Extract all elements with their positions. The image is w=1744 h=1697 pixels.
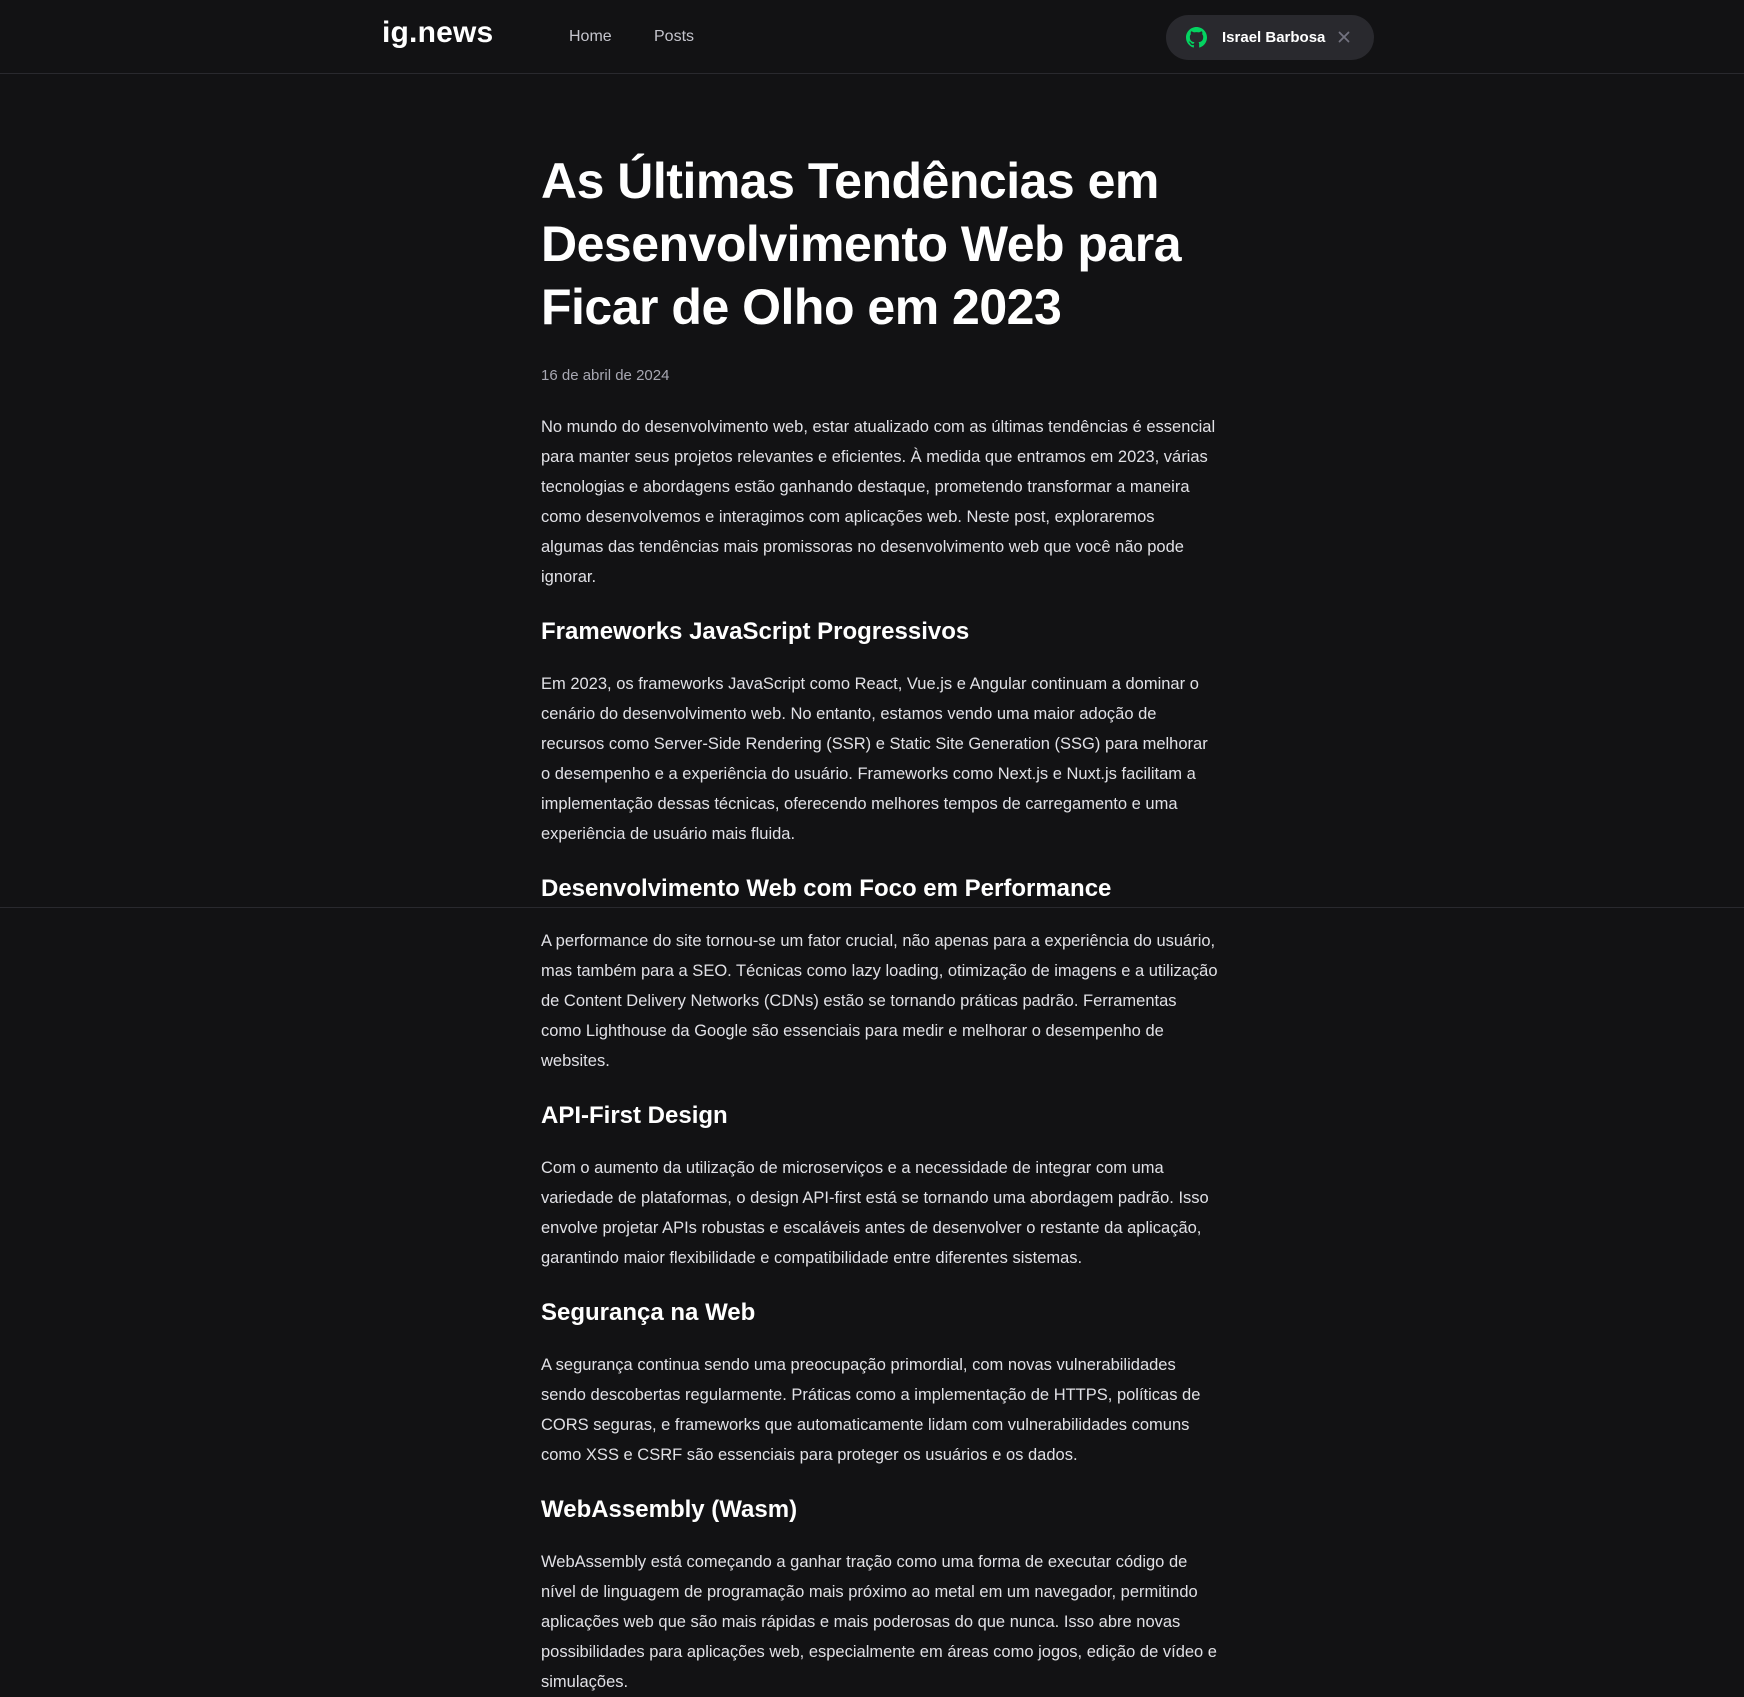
- site-logo[interactable]: ig.news: [382, 16, 493, 50]
- post-article: As Últimas Tendências em Desenvolvimento…: [541, 150, 1221, 1697]
- section-body: A performance do site tornou-se um fator…: [541, 932, 1218, 1070]
- section-heading: Frameworks JavaScript Progressivos: [541, 618, 970, 645]
- section-heading: API-First Design: [541, 1102, 728, 1129]
- section-heading: WebAssembly (Wasm): [541, 1496, 798, 1523]
- user-name: Israel Barbosa: [1222, 29, 1326, 46]
- section-body: WebAssembly está começando a ganhar traç…: [541, 1553, 1217, 1691]
- github-user-button[interactable]: Israel Barbosa: [1166, 15, 1374, 60]
- section-body: Com o aumento da utilização de microserv…: [541, 1159, 1209, 1267]
- github-icon: [1186, 27, 1207, 48]
- close-icon[interactable]: [1336, 29, 1352, 45]
- post-content: No mundo do desenvolvimento web, estar a…: [541, 412, 1221, 1697]
- section-body: A segurança continua sendo uma preocupaç…: [541, 1356, 1201, 1464]
- post-date: 16 de abril de 2024: [541, 367, 670, 384]
- section-heading: Desenvolvimento Web com Foco em Performa…: [541, 875, 1112, 902]
- section-body: Em 2023, os frameworks JavaScript como R…: [541, 675, 1208, 843]
- site-header: ig.news Home Posts Israel Barbosa: [0, 0, 1744, 74]
- post-title: As Últimas Tendências em Desenvolvimento…: [541, 153, 1182, 335]
- section-heading: Segurança na Web: [541, 1299, 756, 1326]
- nav-posts-link[interactable]: Posts: [654, 28, 694, 46]
- post-intro: No mundo do desenvolvimento web, estar a…: [541, 418, 1216, 586]
- header-inner: ig.news Home Posts Israel Barbosa: [0, 0, 1744, 73]
- nav-home-link[interactable]: Home: [569, 28, 612, 46]
